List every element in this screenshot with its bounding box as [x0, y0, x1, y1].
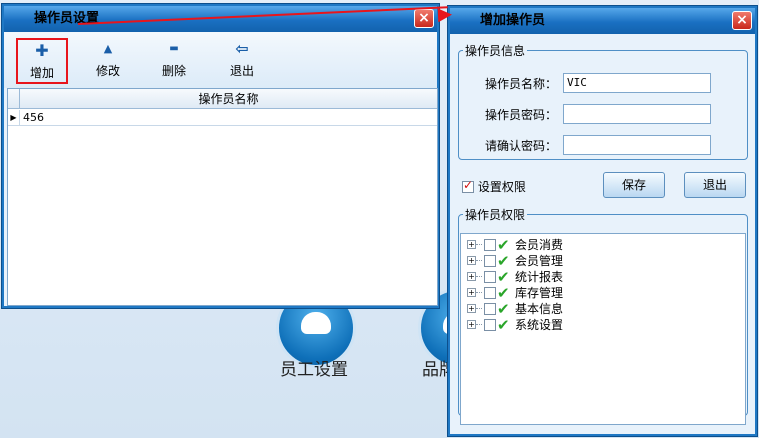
operator-info-group: 操作员信息 操作员名称： VIC 操作员密码： 请确认密码：	[458, 42, 748, 160]
tree-node-label: 基本信息	[515, 301, 564, 316]
exit-button[interactable]: 退出	[684, 172, 746, 198]
tree-node-system-settings[interactable]: + ✔ 系统设置	[467, 315, 564, 334]
add-button-label: 增加	[29, 66, 54, 80]
green-check-icon: ✔	[497, 315, 510, 334]
tree-node-basic-info[interactable]: + ✔ 基本信息	[467, 299, 564, 318]
add-operator-window: 增加操作员 × 操作员信息 操作员名称： VIC 操作员密码： 请确认密码： ✓…	[448, 6, 757, 436]
tree-checkbox[interactable]	[484, 270, 496, 283]
expand-icon[interactable]: +	[467, 272, 476, 281]
operator-name-cell[interactable]: 456	[23, 110, 44, 126]
exit-door-icon: ⇦	[235, 39, 249, 58]
operator-settings-window: 操作员设置 × ✚ 增加 ▲ 修改 ▬ 删除 ⇦ 退出 操作员名称 ▶ 456	[2, 4, 439, 308]
operator-password-row: 操作员密码：	[459, 104, 747, 124]
edit-button[interactable]: ▲ 修改	[82, 38, 134, 84]
tree-node-statistics-report[interactable]: + ✔ 统计报表	[467, 267, 564, 286]
operator-grid[interactable]: 操作员名称 ▶ 456	[7, 88, 438, 306]
minus-icon: ▬	[169, 43, 179, 54]
tree-checkbox[interactable]	[484, 286, 496, 299]
checkbox-box[interactable]: ✓	[462, 177, 474, 193]
row-indicator-icon: ▶	[8, 110, 20, 126]
green-check-icon: ✔	[497, 283, 510, 302]
expand-icon[interactable]: +	[467, 320, 476, 329]
operator-permission-group: 操作员权限 + ✔ 会员消费 + ✔ 会员管理 + ✔ 统计报表 + ✔ 库存管理 + ✔ 基本信息…	[458, 206, 748, 425]
tree-checkbox[interactable]	[484, 302, 496, 315]
operator-permission-legend: 操作员权限	[465, 208, 526, 222]
edit-button-label: 修改	[95, 64, 120, 78]
operator-password-label: 操作员密码：	[484, 108, 557, 122]
checkmark-icon: ✓	[463, 177, 474, 192]
tree-checkbox[interactable]	[484, 318, 496, 331]
exit-button[interactable]: ⇦ 退出	[216, 38, 268, 84]
operator-info-legend: 操作员信息	[465, 44, 526, 58]
window-title: 增加操作员	[480, 13, 546, 28]
tree-node-label: 系统设置	[515, 317, 564, 332]
green-check-icon: ✔	[497, 235, 510, 254]
toolbar: ✚ 增加 ▲ 修改 ▬ 删除 ⇦ 退出	[4, 32, 437, 88]
tree-checkbox[interactable]	[484, 238, 496, 251]
row-header-corner	[8, 89, 20, 109]
plus-icon: ✚	[35, 41, 49, 60]
confirm-password-input[interactable]	[563, 135, 711, 155]
column-header-operator-name[interactable]: 操作员名称	[20, 89, 437, 109]
delete-button[interactable]: ▬ 删除	[148, 38, 200, 84]
add-button[interactable]: ✚ 增加	[16, 38, 68, 84]
tree-checkbox[interactable]	[484, 254, 496, 267]
operator-password-input[interactable]	[563, 104, 711, 124]
expand-icon[interactable]: +	[467, 240, 476, 249]
employee-settings-label[interactable]: 员工设置	[280, 355, 348, 380]
close-button[interactable]: ×	[414, 9, 434, 28]
tree-node-label: 会员管理	[515, 253, 564, 268]
permission-tree[interactable]: + ✔ 会员消费 + ✔ 会员管理 + ✔ 统计报表 + ✔ 库存管理 + ✔ 基本信息 + ✔ 系统设…	[460, 233, 746, 425]
exit-button-label: 退出	[229, 64, 254, 78]
operator-name-row: 操作员名称： VIC	[459, 73, 747, 93]
tree-node-label: 库存管理	[515, 285, 564, 300]
expand-icon[interactable]: +	[467, 256, 476, 265]
operator-name-input[interactable]: VIC	[563, 73, 711, 93]
confirm-password-row: 请确认密码：	[459, 135, 747, 155]
tree-node-member-manage[interactable]: + ✔ 会员管理	[467, 251, 564, 270]
expand-icon[interactable]: +	[467, 288, 476, 297]
green-check-icon: ✔	[497, 299, 510, 318]
save-button[interactable]: 保存	[603, 172, 665, 198]
annotation-arrow-head-icon	[437, 7, 453, 23]
set-permission-label: 设置权限	[477, 180, 526, 194]
tree-node-member-consume[interactable]: + ✔ 会员消费	[467, 235, 564, 254]
green-check-icon: ✔	[497, 267, 510, 286]
operator-name-label: 操作员名称：	[484, 77, 557, 91]
set-permission-checkbox[interactable]: ✓ 设置权限	[462, 178, 526, 194]
tree-node-inventory-manage[interactable]: + ✔ 库存管理	[467, 283, 564, 302]
add-operator-titlebar[interactable]: 增加操作员	[450, 8, 755, 34]
confirm-password-label: 请确认密码：	[484, 139, 557, 153]
grid-header: 操作员名称	[8, 89, 437, 109]
tree-node-label: 统计报表	[515, 269, 564, 284]
green-check-icon: ✔	[497, 251, 510, 270]
delete-button-label: 删除	[161, 64, 186, 78]
tree-node-label: 会员消费	[515, 237, 564, 252]
expand-icon[interactable]: +	[467, 304, 476, 313]
table-row[interactable]: ▶ 456	[8, 110, 437, 126]
close-button[interactable]: ×	[732, 11, 752, 30]
triangle-up-icon: ▲	[103, 42, 113, 55]
